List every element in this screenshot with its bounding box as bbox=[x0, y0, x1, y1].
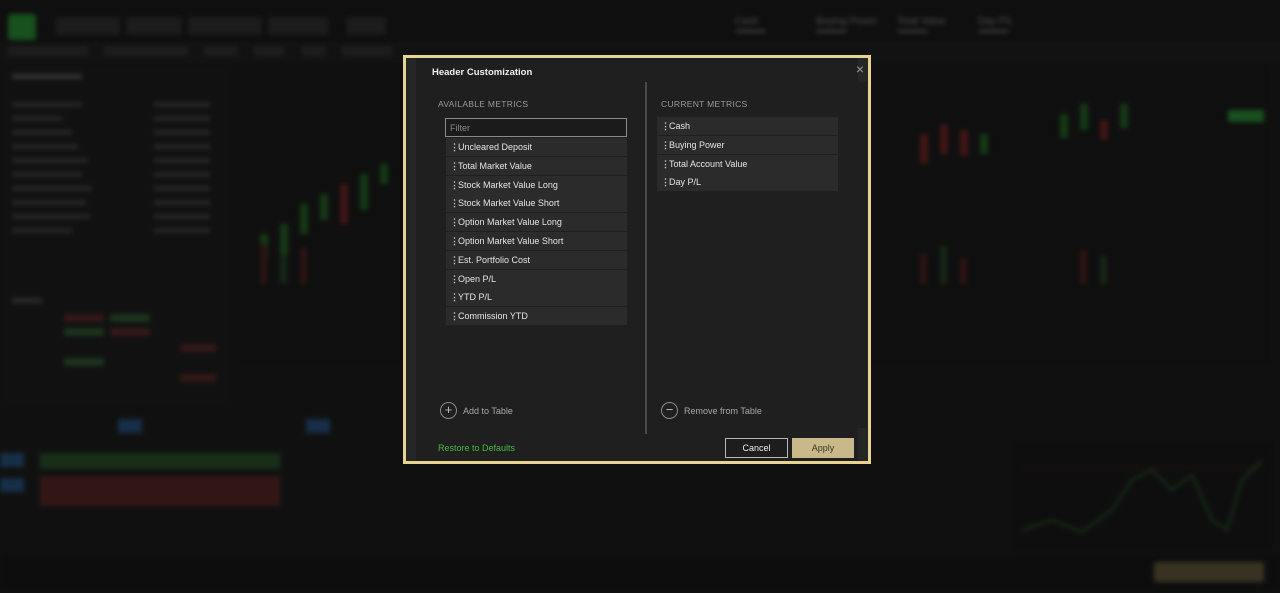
drag-handle-icon: ⋮ bbox=[450, 160, 459, 171]
remove-from-table-label: Remove from Table bbox=[684, 405, 762, 416]
available-metric-item[interactable]: ⋮ YTD P/L bbox=[446, 288, 627, 307]
drag-handle-icon: ⋮ bbox=[450, 254, 459, 265]
current-metric-item[interactable]: ⋮ Cash bbox=[657, 117, 838, 135]
metric-label: Total Account Value bbox=[669, 158, 748, 169]
dialog-body: Header Customization × AVAILABLE METRICS… bbox=[416, 58, 867, 461]
current-metrics-heading: CURRENT METRICS bbox=[661, 99, 748, 109]
drag-handle-icon: ⋮ bbox=[450, 179, 459, 190]
available-metric-item[interactable]: ⋮ Option Market Value Short bbox=[446, 231, 627, 250]
metric-label: Total Market Value bbox=[458, 160, 532, 171]
plus-icon: + bbox=[440, 402, 457, 419]
current-metric-item[interactable]: ⋮ Day P/L bbox=[657, 173, 838, 192]
apply-button[interactable]: Apply bbox=[792, 438, 854, 458]
close-icon[interactable]: × bbox=[853, 62, 867, 76]
drag-handle-icon: ⋮ bbox=[661, 177, 670, 188]
available-metrics-heading: AVAILABLE METRICS bbox=[438, 99, 529, 109]
add-to-table-label: Add to Table bbox=[463, 405, 513, 416]
metric-label: Commission YTD bbox=[458, 311, 528, 322]
available-metric-item[interactable]: ⋮ Open P/L bbox=[446, 269, 627, 288]
available-metrics-column: AVAILABLE METRICS ⋮Uncleared Deposit ⋮To… bbox=[428, 82, 643, 428]
available-metric-item[interactable]: ⋮ Stock Market Value Short bbox=[446, 194, 627, 213]
available-metric-item[interactable]: ⋮ Option Market Value Long bbox=[446, 213, 627, 232]
metric-label: Open P/L bbox=[458, 273, 497, 284]
current-metrics-column: CURRENT METRICS ⋮ Cash ⋮ Buying Power ⋮ Tot… bbox=[649, 82, 867, 428]
app-root: Cash ************ Buying Power *********… bbox=[0, 0, 1280, 593]
metric-label: Option Market Value Short bbox=[458, 235, 564, 246]
drag-handle-icon: ⋮ bbox=[450, 292, 459, 303]
available-metric-item[interactable]: ⋮ Stock Market Value Long bbox=[446, 175, 627, 194]
available-metric-item[interactable]: ⋮ Uncleared Deposit bbox=[446, 138, 627, 156]
available-metric-item[interactable]: ⋮ Est. Portfolio Cost bbox=[446, 250, 627, 269]
available-metric-item[interactable]: ⋮ Total Market Value bbox=[446, 156, 627, 175]
current-metrics-list: ⋮ Cash ⋮ Buying Power ⋮ Total Account Value… bbox=[657, 117, 838, 192]
metric-label: Buying Power bbox=[669, 139, 725, 150]
drag-handle-icon: ⋮ bbox=[450, 235, 459, 246]
current-metric-item[interactable]: ⋮ Buying Power bbox=[657, 135, 838, 154]
metric-label: Est. Portfolio Cost bbox=[458, 254, 531, 265]
restore-defaults-link[interactable]: Restore to Defaults bbox=[438, 443, 515, 453]
cancel-button[interactable]: Cancel bbox=[725, 438, 788, 458]
metric-label: Option Market Value Long bbox=[458, 217, 562, 228]
metric-label: Stock Market Value Short bbox=[458, 198, 560, 209]
drag-handle-icon: ⋮ bbox=[661, 121, 670, 131]
drag-handle-icon: ⋮ bbox=[661, 158, 670, 169]
minus-icon: − bbox=[661, 402, 678, 419]
dialog-title: Header Customization bbox=[432, 67, 533, 78]
metric-label: Stock Market Value Long bbox=[458, 179, 558, 190]
drag-handle-icon: ⋮ bbox=[450, 273, 459, 284]
filter-input[interactable] bbox=[445, 118, 627, 137]
metric-label: Cash bbox=[669, 121, 691, 131]
drag-handle-icon: ⋮ bbox=[450, 311, 459, 322]
metric-label: Uncleared Deposit bbox=[458, 142, 533, 152]
available-metrics-list: ⋮ Uncleared Deposit ⋮ Total Market Value ⋮… bbox=[446, 138, 627, 326]
add-to-table-button[interactable]: + Add to Table bbox=[440, 402, 513, 419]
drag-handle-icon: ⋮ bbox=[450, 198, 459, 209]
metric-label: Day P/L bbox=[669, 177, 702, 188]
column-divider bbox=[645, 82, 647, 434]
drag-handle-icon: ⋮ bbox=[661, 139, 670, 150]
available-metric-item[interactable]: ⋮ Commission YTD bbox=[446, 307, 627, 326]
current-metric-item[interactable]: ⋮ Total Account Value bbox=[657, 154, 838, 173]
remove-from-table-button[interactable]: − Remove from Table bbox=[661, 402, 762, 419]
drag-handle-icon: ⋮ bbox=[450, 142, 459, 152]
header-customization-dialog: Header Customization × AVAILABLE METRICS… bbox=[403, 55, 871, 464]
drag-handle-icon: ⋮ bbox=[450, 217, 459, 228]
metric-label: YTD P/L bbox=[458, 292, 493, 303]
